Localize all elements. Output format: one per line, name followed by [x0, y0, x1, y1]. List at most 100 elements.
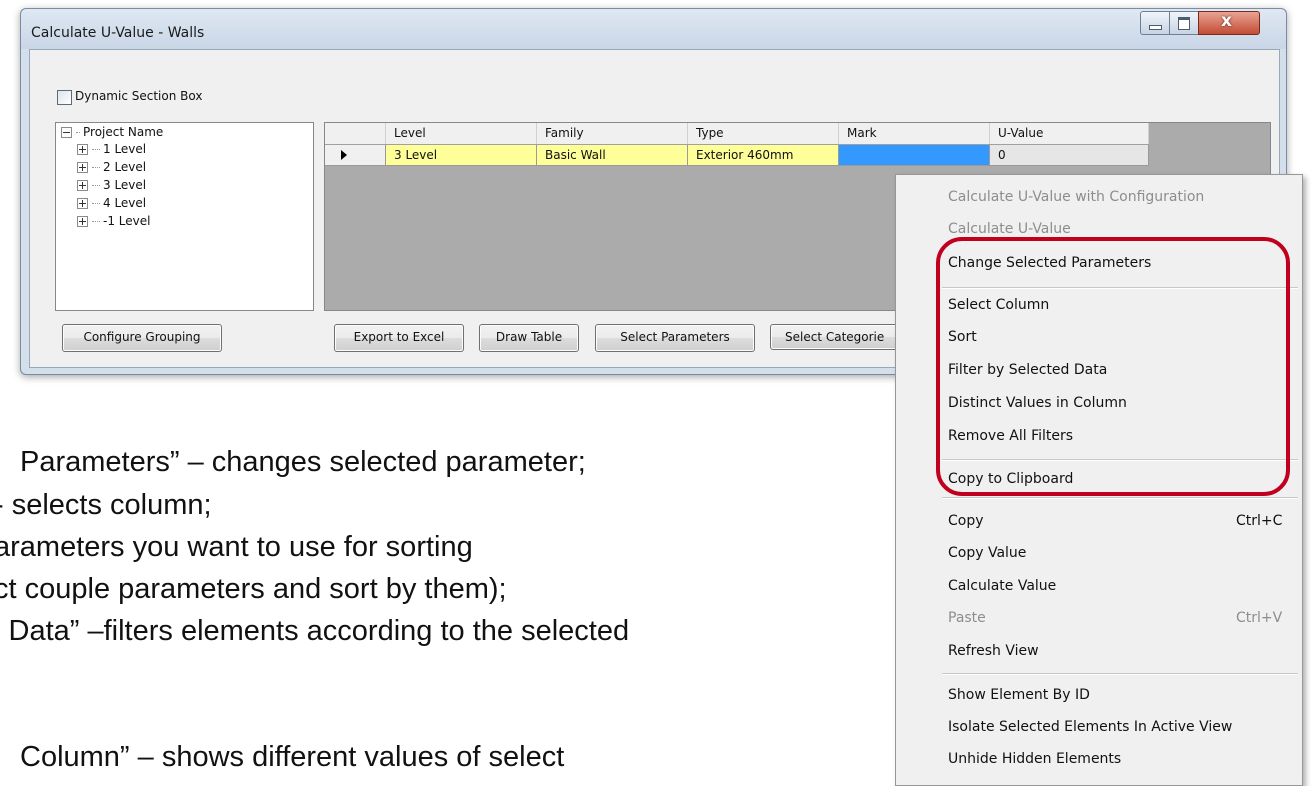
- tree-connector: [92, 167, 100, 168]
- cell-text: Basic Wall: [545, 148, 606, 162]
- menu-item-label: Filter by Selected Data: [948, 362, 1108, 378]
- draw-table-button[interactable]: Draw Table: [479, 324, 579, 352]
- slide-text-line-1: Parameters” – changes selected parameter…: [20, 446, 586, 478]
- menu-item-sort[interactable]: Sort: [896, 323, 1302, 351]
- close-button[interactable]: x: [1198, 11, 1260, 35]
- column-header-label: Type: [696, 126, 724, 140]
- slide-text-line-4: ct couple parameters and sort by them);: [0, 573, 507, 605]
- tree-node-label: 1 Level: [103, 142, 147, 156]
- tree-root[interactable]: Project Name: [61, 125, 163, 142]
- row-header[interactable]: [325, 145, 386, 166]
- collapse-icon[interactable]: [61, 127, 72, 138]
- menu-item-copy-to-clipboard[interactable]: Copy to Clipboard: [896, 465, 1302, 493]
- column-header-label: Level: [394, 126, 426, 140]
- menu-item-copy-value[interactable]: Copy Value: [896, 539, 1302, 567]
- minimize-button[interactable]: [1140, 11, 1170, 35]
- cell-text: [839, 148, 847, 162]
- slide-text-line-6: Column” – shows different values of sele…: [20, 741, 565, 773]
- column-header-mark[interactable]: Mark: [839, 123, 990, 144]
- column-header-level[interactable]: Level: [386, 123, 537, 144]
- column-header-u-value[interactable]: U-Value: [990, 123, 1149, 144]
- expand-icon[interactable]: [77, 216, 88, 227]
- expand-icon[interactable]: [77, 144, 88, 155]
- expand-icon[interactable]: [77, 198, 88, 209]
- slide-text-line-3: arameters you want to use for sorting: [0, 531, 473, 563]
- cell-u-value[interactable]: 0: [990, 145, 1149, 166]
- tree-node-label: 2 Level: [103, 160, 147, 174]
- menu-item-paste[interactable]: Paste Ctrl+V: [896, 604, 1302, 632]
- tree-root-label: Project Name: [83, 125, 164, 139]
- menu-item-label: Show Element By ID: [948, 687, 1090, 703]
- menu-item-copy[interactable]: Copy Ctrl+C: [896, 507, 1302, 535]
- slide-text-line-5: l Data” –filters elements according to t…: [0, 615, 630, 647]
- tree-node-level[interactable]: 2 Level: [77, 160, 146, 177]
- menu-item-label: Copy: [948, 513, 984, 529]
- cell-text: 3 Level: [394, 148, 438, 162]
- menu-separator: [942, 459, 1298, 461]
- menu-item-label: Calculate Value: [948, 578, 1057, 594]
- tree-node-level[interactable]: 4 Level: [77, 196, 146, 213]
- tree-connector: [92, 185, 100, 186]
- select-parameters-button[interactable]: Select Parameters: [595, 324, 755, 352]
- cell-text: 0: [998, 148, 1006, 162]
- cell-family[interactable]: Basic Wall: [537, 145, 688, 166]
- column-header-type[interactable]: Type: [688, 123, 839, 144]
- menu-item-label: Sort: [948, 329, 977, 345]
- title-bar[interactable]: Calculate U-Value - Walls x: [21, 9, 1286, 49]
- close-icon: x: [1221, 11, 1232, 31]
- maximize-button[interactable]: [1169, 11, 1199, 35]
- menu-item-show-element-by-id[interactable]: Show Element By ID: [896, 681, 1302, 709]
- configure-grouping-button[interactable]: Configure Grouping: [62, 324, 222, 352]
- tree-connector: [92, 203, 100, 204]
- menu-item-label: Isolate Selected Elements In Active View: [948, 719, 1233, 735]
- expand-icon[interactable]: [77, 162, 88, 173]
- cell-text: Exterior 460mm: [696, 148, 794, 162]
- tree-node-label: 3 Level: [103, 178, 147, 192]
- column-header-label: Mark: [847, 126, 877, 140]
- select-categories-button[interactable]: Select Categorie: [770, 324, 900, 350]
- menu-item-label: Paste: [948, 610, 986, 626]
- column-header-label: Family: [545, 126, 584, 140]
- menu-item-label: Copy Value: [948, 545, 1027, 561]
- tree-node-level[interactable]: 3 Level: [77, 178, 146, 195]
- menu-item-remove-all-filters[interactable]: Remove All Filters: [896, 422, 1302, 450]
- menu-item-label: Select Column: [948, 297, 1050, 313]
- menu-item-label: Calculate U-Value: [948, 221, 1071, 237]
- menu-item-change-selected-parameters[interactable]: Change Selected Parameters: [896, 249, 1302, 277]
- menu-item-unhide-hidden-elements[interactable]: Unhide Hidden Elements: [896, 745, 1302, 773]
- menu-item-label: Distinct Values in Column: [948, 395, 1127, 411]
- tree-node-level[interactable]: 1 Level: [77, 142, 146, 159]
- cell-mark[interactable]: [839, 145, 990, 166]
- menu-item-filter-by-selected-data[interactable]: Filter by Selected Data: [896, 356, 1302, 384]
- menu-item-isolate-selected-elements[interactable]: Isolate Selected Elements In Active View: [896, 713, 1302, 741]
- tree-node-label: 4 Level: [103, 196, 147, 210]
- menu-item-calculate-u-value[interactable]: Calculate U-Value: [896, 215, 1302, 243]
- export-to-excel-button[interactable]: Export to Excel: [334, 324, 464, 352]
- menu-separator: [942, 287, 1298, 289]
- menu-item-label: Copy to Clipboard: [948, 471, 1074, 487]
- menu-item-calculate-u-value-with-configuration[interactable]: Calculate U-Value with Configuration: [896, 183, 1302, 211]
- grid-context-menu: Calculate U-Value with Configuration Cal…: [895, 174, 1303, 786]
- cell-type[interactable]: Exterior 460mm: [688, 145, 839, 166]
- cell-level[interactable]: 3 Level: [386, 145, 537, 166]
- current-row-arrow-icon: [341, 150, 347, 160]
- menu-item-label: Remove All Filters: [948, 428, 1074, 444]
- menu-item-distinct-values-in-column[interactable]: Distinct Values in Column: [896, 389, 1302, 417]
- menu-item-select-column[interactable]: Select Column: [896, 291, 1302, 319]
- slide-text-line-2: - selects column;: [0, 489, 212, 521]
- tree-node-level[interactable]: -1 Level: [77, 214, 150, 231]
- grid-header: Level Family Type Mark U-Value: [325, 123, 1149, 145]
- column-header-family[interactable]: Family: [537, 123, 688, 144]
- dynamic-section-box-checkbox[interactable]: [57, 90, 72, 105]
- tree-connector: [92, 221, 100, 222]
- project-tree[interactable]: Project Name 1 Level 2 Level 3 Level 4 L…: [55, 122, 314, 311]
- column-header-label: U-Value: [998, 126, 1044, 140]
- menu-item-label: Refresh View: [948, 643, 1039, 659]
- table-row[interactable]: 3 Level Basic Wall Exterior 460mm 0: [325, 145, 1149, 166]
- menu-item-label: Calculate U-Value with Configuration: [948, 189, 1205, 205]
- menu-item-calculate-value[interactable]: Calculate Value: [896, 572, 1302, 600]
- menu-item-shortcut: Ctrl+V: [1236, 610, 1283, 626]
- window-title: Calculate U-Value - Walls: [31, 25, 205, 41]
- expand-icon[interactable]: [77, 180, 88, 191]
- menu-item-refresh-view[interactable]: Refresh View: [896, 637, 1302, 665]
